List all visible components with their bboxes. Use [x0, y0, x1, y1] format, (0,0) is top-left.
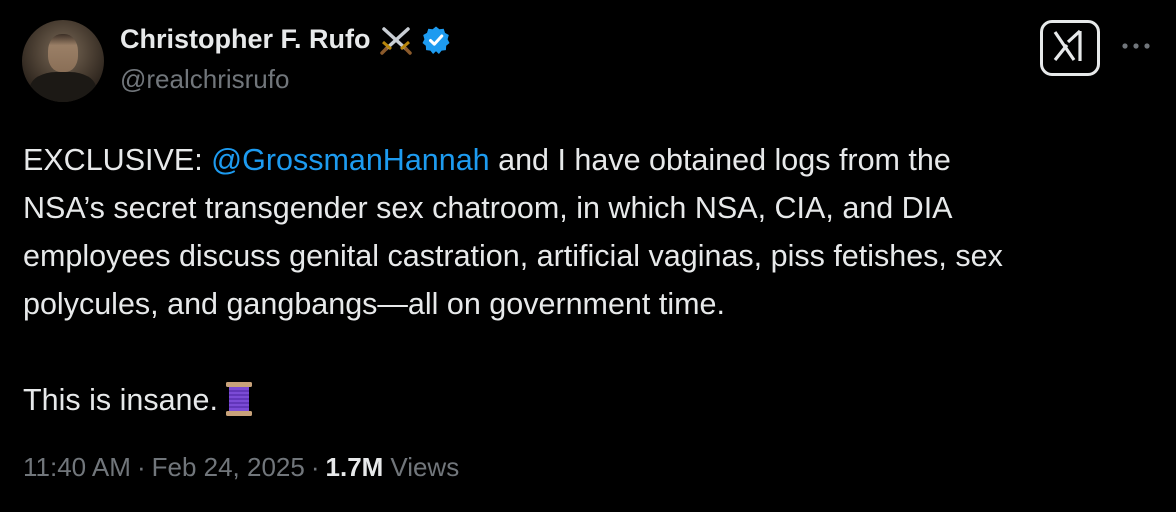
avatar[interactable]	[22, 20, 104, 102]
author-handle[interactable]: @realchrisrufo	[120, 64, 289, 95]
tweet-line-5-text: This is insane.	[23, 383, 218, 417]
tweet-line-1-prefix: EXCLUSIVE:	[23, 143, 212, 177]
views-count[interactable]: 1.7M	[326, 452, 384, 483]
avatar-shoulders	[30, 72, 96, 102]
tweet-date[interactable]: Feb 24, 2025	[152, 452, 305, 483]
tweet-line-1: EXCLUSIVE: @GrossmanHannah and I have ob…	[23, 136, 1163, 184]
tweet-text: EXCLUSIVE: @GrossmanHannah and I have ob…	[23, 136, 1163, 424]
mention-link[interactable]: @GrossmanHannah	[211, 143, 489, 177]
thread-spool-icon	[224, 380, 254, 418]
grok-button[interactable]	[1040, 20, 1100, 76]
meta-separator: ·	[136, 452, 146, 482]
tweet-card: Christopher F. Rufo @realchrisrufo EXCLU…	[0, 0, 1176, 512]
tweet-meta: 11:40 AM · Feb 24, 2025 · 1.7M Views	[23, 452, 459, 483]
tweet-line-5: This is insane.	[23, 376, 1163, 424]
meta-separator: ·	[310, 452, 320, 482]
tweet-time[interactable]: 11:40 AM	[23, 452, 131, 483]
tweet-line-2: NSA’s secret transgender sex chatroom, i…	[23, 191, 953, 225]
more-options-button[interactable]	[1118, 28, 1154, 64]
tweet-line-4: polycules, and gangbangs—all on governme…	[23, 287, 725, 321]
grok-icon	[1050, 28, 1090, 69]
tweet-line-3: employees discuss genital castration, ar…	[23, 239, 1003, 273]
author-name-row: Christopher F. Rufo	[120, 24, 451, 55]
tweet-line-1-suffix: and I have obtained logs from the	[489, 143, 951, 177]
avatar-face	[48, 34, 78, 72]
author-display-name[interactable]: Christopher F. Rufo	[120, 24, 371, 55]
verified-badge-icon[interactable]	[421, 25, 451, 55]
crossed-swords-icon	[379, 25, 413, 55]
views-label: Views	[390, 452, 460, 482]
more-horizontal-icon	[1121, 37, 1151, 55]
